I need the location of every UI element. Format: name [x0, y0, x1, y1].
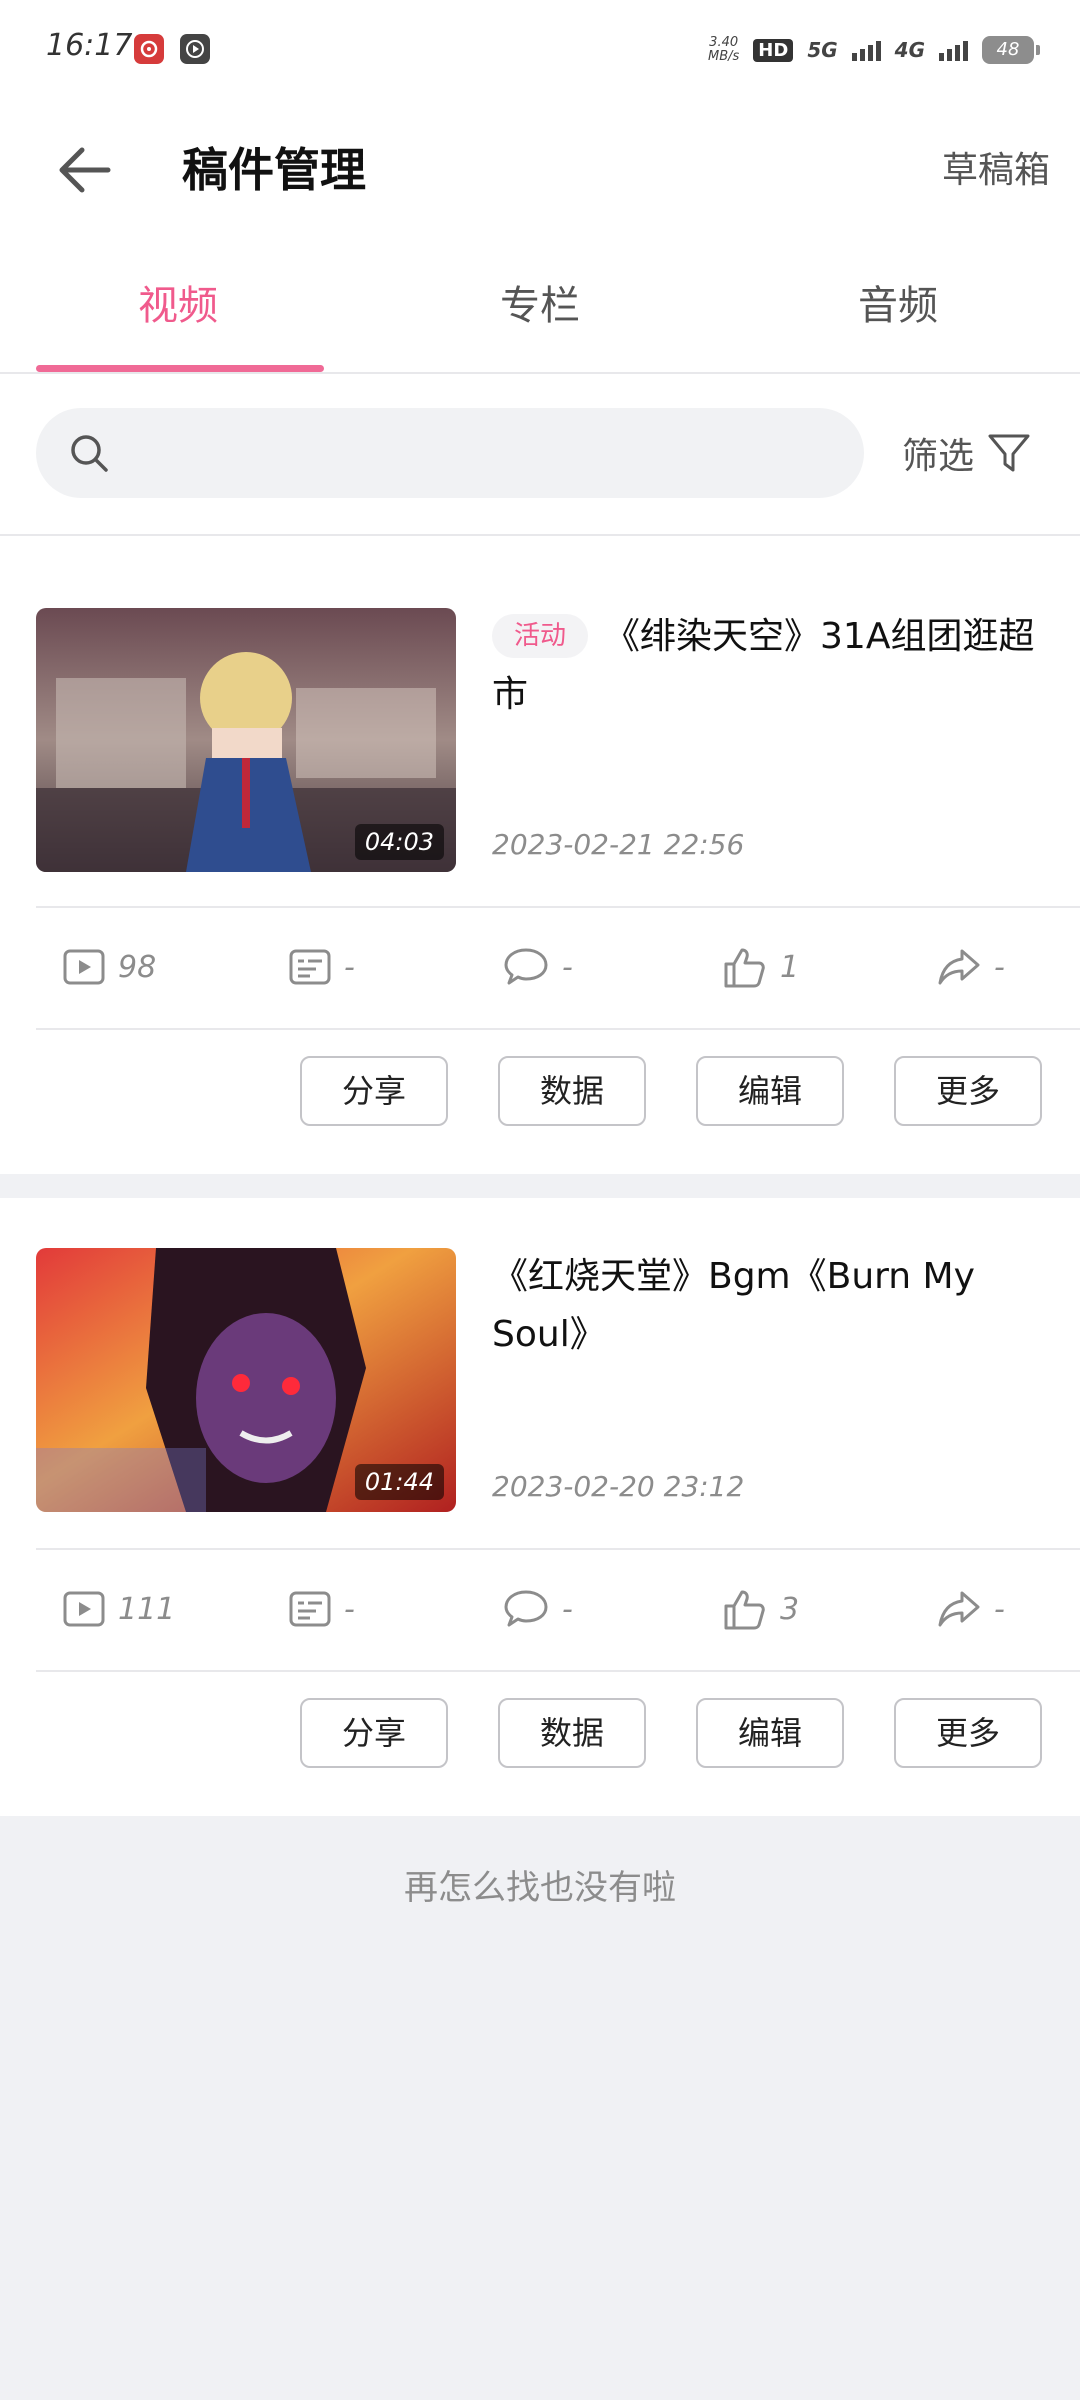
status-right-group: 3.40 MB/s HD 5G 4G 48 [708, 30, 1040, 70]
likes-count: 1 [780, 949, 800, 985]
share-button[interactable]: 分享 [300, 1698, 448, 1768]
edit-button[interactable]: 编辑 [696, 1698, 844, 1768]
search-icon [71, 435, 108, 472]
plays-stat: 111 [62, 1584, 175, 1634]
tab-bar: 视频 专栏 音频 [0, 240, 1080, 374]
share-button[interactable]: 分享 [300, 1056, 448, 1126]
likes-stat: 1 [722, 942, 799, 992]
status-time: 16:17 [46, 28, 133, 63]
plays-count: 111 [118, 1591, 176, 1627]
plays-stat: 98 [62, 942, 156, 992]
comments-count: - [562, 1591, 573, 1627]
play-count-icon [63, 949, 105, 985]
data-button[interactable]: 数据 [498, 1698, 646, 1768]
comments-stat: - [502, 1584, 573, 1634]
share-icon [938, 949, 980, 985]
stats-row: 111 - - 3 - [0, 1550, 1080, 1670]
edit-button[interactable]: 编辑 [696, 1056, 844, 1126]
screen: 16:17 3.40 MB/s HD 5G 4G 48 稿件管理 草稿箱 视频 … [0, 0, 1080, 2400]
comment-icon [504, 948, 548, 985]
likes-stat: 3 [722, 1584, 799, 1634]
status-bar: 16:17 3.40 MB/s HD 5G 4G 48 [0, 0, 1080, 100]
danmaku-count: - [344, 1591, 355, 1627]
app-header: 稿件管理 草稿箱 [0, 100, 1080, 240]
search-bar[interactable] [36, 408, 864, 500]
data-button[interactable]: 数据 [498, 1056, 646, 1126]
tab-column[interactable]: 专栏 [440, 278, 640, 334]
shares-stat: - [936, 1584, 1005, 1634]
shares-count: - [994, 1591, 1005, 1627]
shares-stat: - [936, 942, 1005, 992]
play-count-icon [63, 1591, 105, 1627]
thumbs-up-icon [724, 1590, 765, 1630]
net-speed-value: 3.40 [709, 35, 739, 50]
page-title: 稿件管理 [182, 143, 366, 197]
video-duration: 04:03 [354, 824, 444, 860]
share-icon [938, 1591, 980, 1627]
danmaku-count: - [344, 949, 355, 985]
comments-stat: - [502, 942, 573, 992]
net-speed: 3.40 MB/s [708, 36, 739, 64]
video-title: 《红烧天堂》Bgm《Burn My Soul》 [492, 1256, 975, 1355]
filter-label: 筛选 [902, 436, 975, 477]
shares-count: - [994, 949, 1005, 985]
danmaku-icon [289, 949, 331, 985]
danmaku-stat: - [288, 1584, 355, 1634]
more-button[interactable]: 更多 [894, 1056, 1042, 1126]
network-5g-label: 5G [807, 38, 838, 62]
danmaku-icon [289, 1591, 331, 1627]
network-4g-label: 4G [894, 38, 925, 62]
activity-badge: 活动 [492, 614, 589, 658]
search-row: 筛选 [0, 374, 1080, 536]
tab-audio[interactable]: 音频 [798, 278, 998, 334]
drafts-button[interactable]: 草稿箱 [942, 144, 1050, 198]
more-button[interactable]: 更多 [894, 1698, 1042, 1768]
video-thumbnail[interactable]: 01:44 [36, 1248, 456, 1512]
stats-row: 98 - - 1 - [0, 908, 1080, 1028]
signal-5g-icon [851, 39, 881, 61]
video-title-block[interactable]: 活动 《绯染天空》31A组团逛超市 [492, 608, 1052, 724]
signal-4g-icon [939, 39, 968, 61]
back-arrow-icon [59, 147, 111, 193]
media-player-icon [180, 34, 210, 64]
comments-count: - [562, 949, 573, 985]
video-card: 04:03 活动 《绯染天空》31A组团逛超市 2023-02-21 22:56 … [0, 536, 1080, 1174]
video-date: 2023-02-21 22:56 [492, 828, 745, 861]
danmaku-stat: - [288, 942, 355, 992]
video-title-block[interactable]: 《红烧天堂》Bgm《Burn My Soul》 [492, 1248, 1052, 1364]
actions-row: 分享 数据 编辑 更多 [0, 1672, 1080, 1782]
comment-icon [504, 1590, 548, 1627]
plays-count: 98 [118, 949, 157, 985]
video-thumbnail[interactable]: 04:03 [36, 608, 456, 872]
tab-video[interactable]: 视频 [78, 278, 278, 334]
battery-icon: 48 [982, 36, 1040, 64]
hd-voice-badge: HD [753, 38, 794, 62]
active-tab-indicator [36, 365, 324, 372]
video-duration: 01:44 [354, 1464, 444, 1500]
filter-button[interactable]: 筛选 [902, 418, 1032, 488]
actions-row: 分享 数据 编辑 更多 [0, 1030, 1080, 1140]
likes-count: 3 [780, 1591, 800, 1627]
filter-icon [988, 434, 1030, 472]
video-date: 2023-02-20 23:12 [492, 1470, 745, 1503]
search-input[interactable] [126, 408, 830, 500]
back-button[interactable] [50, 135, 120, 205]
net-speed-unit: MB/s [708, 49, 740, 64]
video-card: 01:44 《红烧天堂》Bgm《Burn My Soul》 2023-02-20… [0, 1198, 1080, 1816]
thumbs-up-icon [724, 948, 765, 988]
end-of-list-text: 再怎么找也没有啦 [404, 1868, 676, 1908]
netease-music-icon [134, 34, 164, 64]
